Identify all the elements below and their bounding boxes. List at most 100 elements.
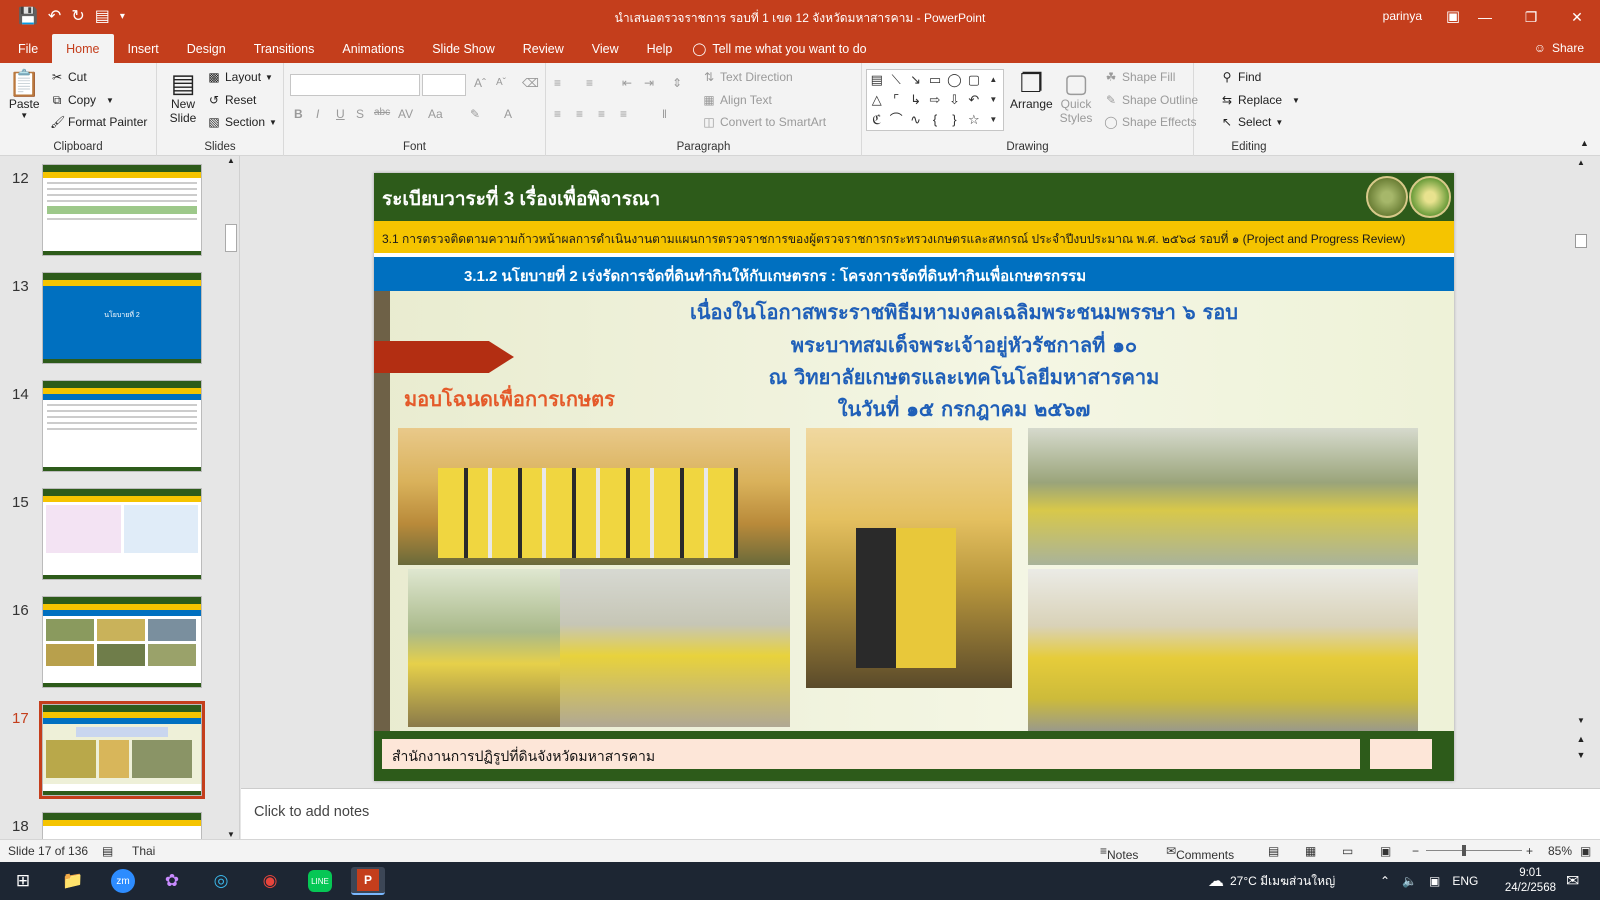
headline-line-1[interactable]: เนื่องในโอกาสพระราชพิธีมหามงคลเฉลิมพระชน… xyxy=(604,296,1324,328)
wave-icon[interactable]: ∿ xyxy=(906,110,925,130)
powerpoint-taskbar-icon[interactable]: P xyxy=(351,867,385,895)
footer-office-name[interactable]: สำนักงานการปฏิรูปที่ดินจังหวัดมหาสารคาม xyxy=(382,739,1360,769)
numbering-icon[interactable]: ≡ xyxy=(586,76,593,90)
previous-slide-icon[interactable]: ▲ xyxy=(1573,734,1589,744)
tab-slide-show[interactable]: Slide Show xyxy=(418,34,509,63)
ministry-logo[interactable] xyxy=(1366,176,1408,218)
headline-line-4[interactable]: ในวันที่ ๑๕ กรกฎาคม ๒๕๖๗ xyxy=(604,393,1324,425)
bold-icon[interactable]: B xyxy=(294,107,303,121)
reset-button[interactable]: ↺ Reset xyxy=(207,93,256,107)
tab-help[interactable]: Help xyxy=(633,34,687,63)
arc-icon[interactable]: ⌒ xyxy=(886,110,905,130)
line-app-icon[interactable]: LINE xyxy=(303,867,337,895)
slide-footer[interactable]: สำนักงานการปฏิรูปที่ดินจังหวัดมหาสารคาม xyxy=(374,731,1454,781)
reading-view-icon[interactable]: ▭ xyxy=(1342,844,1353,858)
deed-label[interactable]: มอบโฉนดเพื่อการเกษตร xyxy=(404,383,615,415)
line-icon[interactable]: ⟍ xyxy=(886,70,905,90)
tab-transitions[interactable]: Transitions xyxy=(240,34,329,63)
slide-content[interactable]: เนื่องในโอกาสพระราชพิธีมหามงคลเฉลิมพระชน… xyxy=(374,291,1454,731)
italic-icon[interactable]: I xyxy=(316,107,319,121)
headline-line-2[interactable]: พระบาทสมเด็จพระเจ้าอยู่หัวรัชกาลที่ ๑๐ xyxy=(604,329,1324,361)
shapes-gallery[interactable]: ▤ ⟍ ↘ ▭ ◯ ▢ ▲ △ ⌜ ↳ ⇨ ⇩ ↶ ▼ ℭ ⌒ ∿{} ☆ ▼ xyxy=(866,69,1004,131)
layout-button[interactable]: ▩ Layout ▼ xyxy=(207,70,273,84)
shape-outline-button[interactable]: ✎ Shape Outline xyxy=(1104,93,1198,107)
freeform-icon[interactable]: ℭ xyxy=(867,110,886,130)
thumbnail-slide-16[interactable]: 16 xyxy=(0,596,225,696)
strikethrough-icon[interactable]: abc xyxy=(374,107,390,118)
photo-deed-handover[interactable] xyxy=(806,428,1012,688)
elbow-icon[interactable]: ⌜ xyxy=(886,90,905,110)
slide-sorter-icon[interactable]: ▦ xyxy=(1305,844,1316,858)
fit-slide-icon[interactable]: ▣ xyxy=(1580,844,1591,858)
comments-button[interactable]: ✉ Comments xyxy=(1166,844,1234,862)
align-left-icon[interactable]: ≡ xyxy=(554,107,561,121)
shape-effects-button[interactable]: ◯ Shape Effects xyxy=(1104,115,1196,129)
system-clock[interactable]: 9:01 24/2/2568 xyxy=(1505,866,1556,896)
right-brace-icon[interactable]: } xyxy=(945,110,964,130)
justify-icon[interactable]: ≡ xyxy=(620,107,627,121)
down-arrow-icon[interactable]: ⇩ xyxy=(945,90,964,110)
footer-page-box[interactable] xyxy=(1370,739,1432,769)
share-button[interactable]: ☺ Share xyxy=(1534,41,1584,55)
file-explorer-icon[interactable]: 📁 xyxy=(56,867,90,895)
show-hidden-icons-icon[interactable]: ⌃ xyxy=(1380,874,1390,888)
thumbnail-slide-14[interactable]: 14 xyxy=(0,380,225,480)
shape-fill-button[interactable]: ☘ Shape Fill xyxy=(1104,70,1176,84)
tab-view[interactable]: View xyxy=(578,34,633,63)
thumbnail-slide-12[interactable]: 12 xyxy=(0,164,225,264)
notes-button[interactable]: ≡ Notes xyxy=(1100,844,1138,862)
spell-check-icon[interactable]: ▤ xyxy=(102,844,113,858)
topic-bar[interactable]: 3.1 การตรวจติดตามความก้าวหน้าผลการดำเนิน… xyxy=(374,221,1454,253)
slide-thumbnail-pane[interactable]: 12 13 นโยบายที่ 2 14 15 16 17 18 ▲ ▼ xyxy=(0,156,240,839)
convert-smartart-button[interactable]: ◫ Convert to SmartArt xyxy=(702,115,826,129)
tab-file[interactable]: File xyxy=(0,34,52,63)
slide-header[interactable]: ระเบียบวาระที่ 3 เรื่องเพื่อพิจารณา xyxy=(374,173,1454,221)
headline-line-3[interactable]: ณ วิทยาลัยเกษตรและเทคโนโลยีมหาสารคาม xyxy=(604,361,1324,393)
next-slide-icon[interactable]: ▼ xyxy=(1573,750,1589,760)
red-arrow-shape[interactable] xyxy=(374,341,514,373)
text-direction-button[interactable]: ⇅ Text Direction xyxy=(702,70,793,84)
replace-button[interactable]: ⇆ Replace ▼ xyxy=(1220,93,1300,107)
find-button[interactable]: ⚲ Find xyxy=(1220,70,1262,84)
collapse-ribbon-icon[interactable]: ▲ xyxy=(1580,138,1589,148)
ribbon-display-options-icon[interactable]: ▣ xyxy=(1446,7,1460,25)
edge-icon[interactable]: ◎ xyxy=(204,867,238,895)
photo-group-portrait[interactable] xyxy=(1028,569,1418,731)
tab-design[interactable]: Design xyxy=(173,34,240,63)
columns-icon[interactable]: ‖ xyxy=(662,107,667,121)
zoom-out-icon[interactable]: − xyxy=(1412,844,1419,858)
photo-attendees-seated[interactable] xyxy=(1028,428,1418,565)
scroll-down-icon[interactable]: ▼ xyxy=(224,830,238,839)
text-box-icon[interactable]: ▤ xyxy=(867,70,886,90)
curve-icon[interactable]: ↶ xyxy=(964,90,983,110)
photo-presentation-left[interactable] xyxy=(408,569,560,727)
zoom-slider-thumb[interactable] xyxy=(1462,845,1466,856)
right-arrow-icon[interactable]: ⇨ xyxy=(925,90,944,110)
thumbnail-slide-13[interactable]: 13 นโยบายที่ 2 xyxy=(0,272,225,372)
tab-animations[interactable]: Animations xyxy=(328,34,418,63)
left-brace-icon[interactable]: { xyxy=(925,110,944,130)
input-language[interactable]: ENG xyxy=(1452,874,1478,888)
chrome-icon[interactable]: ◉ xyxy=(253,867,287,895)
shadow-icon[interactable]: S xyxy=(356,107,364,121)
tab-home[interactable]: Home xyxy=(52,34,114,63)
language-indicator[interactable]: Thai xyxy=(132,844,155,858)
grow-font-icon[interactable]: Aˆ xyxy=(474,76,486,90)
close-button[interactable]: ✕ xyxy=(1554,0,1600,34)
thumbnail-slide-17[interactable]: 17 xyxy=(0,701,225,804)
font-name-combo[interactable] xyxy=(290,74,420,96)
arrow-line-icon[interactable]: ↘ xyxy=(906,70,925,90)
align-text-button[interactable]: ▦ Align Text xyxy=(702,93,771,107)
slide-scrollbar[interactable]: ▲ ▼ ▲ ▼ xyxy=(1573,156,1589,788)
notes-pane[interactable]: Click to add notes xyxy=(241,788,1600,839)
character-spacing-icon[interactable]: AV xyxy=(398,107,413,121)
tab-review[interactable]: Review xyxy=(509,34,578,63)
thumbnail-scrollbar[interactable]: ▲ ▼ xyxy=(224,156,238,839)
copy-button[interactable]: ⧉ Copy ▼ xyxy=(50,93,114,107)
alro-logo[interactable] xyxy=(1409,176,1451,218)
policy-bar[interactable]: 3.1.2 นโยบายที่ 2 เร่งรัดการจัดที่ดินทำก… xyxy=(374,257,1454,291)
highlight-icon[interactable]: ✎ xyxy=(470,107,480,121)
zoom-app-icon[interactable]: zm xyxy=(106,867,140,895)
decrease-indent-icon[interactable]: ⇤ xyxy=(622,76,632,90)
scroll-up-icon[interactable]: ▲ xyxy=(224,156,238,165)
